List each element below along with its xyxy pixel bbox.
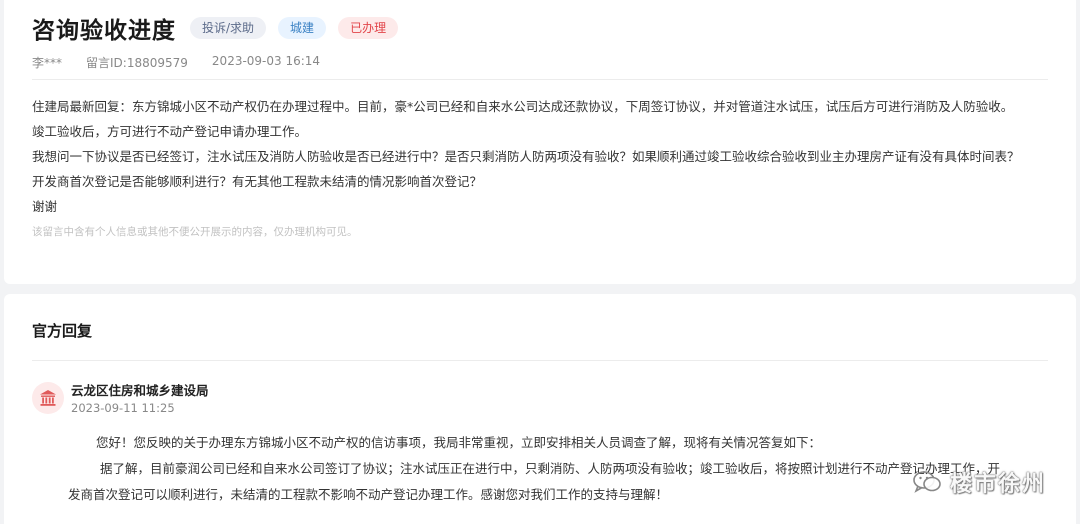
privacy-note: 该留言中含有个人信息或其他不便公开展示的内容，仅办理机构可见。: [32, 226, 358, 238]
watermark: 楼市徐州: [912, 466, 1046, 498]
message-line: 竣工验收后，方可进行不动产登记申请办理工作。: [32, 124, 308, 139]
post-datetime: 2023-09-03 16:14: [211, 54, 321, 68]
reply-line: 您好！您反映的关于办理东方锦城小区不动产权的信访事项，我局非常重视，立即安排相关…: [96, 435, 822, 450]
divider: [32, 360, 1048, 361]
department-tag: 城建: [278, 17, 327, 39]
government-building-icon: [32, 382, 64, 414]
wechat-icon: [913, 471, 941, 493]
watermark-text: 楼市徐州: [949, 472, 1046, 497]
page-title: 咨询验收进度: [32, 18, 176, 44]
reply-body: 您好！您反映的关于办理东方锦城小区不动产权的信访事项，我局非常重视，立即安排相关…: [68, 430, 1052, 508]
author-name: 李***: [32, 56, 63, 70]
title-row: 咨询验收进度 投诉/求助 城建 已办理: [32, 8, 399, 48]
divider: [32, 79, 1048, 80]
category-tag: 投诉/求助: [190, 17, 267, 39]
message-line: 我想问一下协议是否已经签订，注水试压及消防人防验收是否已经进行中？是否只剩消防人…: [32, 149, 1020, 164]
section-title: 官方回复: [32, 322, 93, 340]
message-line: 谢谢: [32, 199, 58, 214]
message-card: 咨询验收进度 投诉/求助 城建 已办理 李*** 留言ID:18809579 2…: [4, 0, 1076, 284]
message-line: 开发商首次登记是否能够顺利进行？有无其他工程款未结清的情况影响首次登记？: [32, 174, 483, 189]
message-body: 住建局最新回复：东方锦城小区不动产权仍在办理过程中。目前，豪*公司已经和自来水公…: [32, 94, 1056, 241]
reply-date: 2023-09-11 11:25: [71, 401, 175, 415]
org-name: 云龙区住房和城乡建设局: [71, 383, 209, 398]
message-meta: 李*** 留言ID:18809579 2023-09-03 16:14: [32, 54, 320, 71]
reply-line: 发商首次登记可以顺利进行，未结清的工程款不影响不动产登记办理工作。感谢您对我们工…: [68, 487, 669, 502]
message-id: 留言ID:18809579: [86, 56, 188, 70]
reply-line: 据了解，目前豪润公司已经和自来水公司签订了协议；注水试压正在进行中，只剩消防、人…: [100, 461, 1001, 476]
message-line: 住建局最新回复：东方锦城小区不动产权仍在办理过程中。目前，豪*公司已经和自来水公…: [32, 99, 1014, 114]
status-badge: 已办理: [338, 17, 399, 39]
